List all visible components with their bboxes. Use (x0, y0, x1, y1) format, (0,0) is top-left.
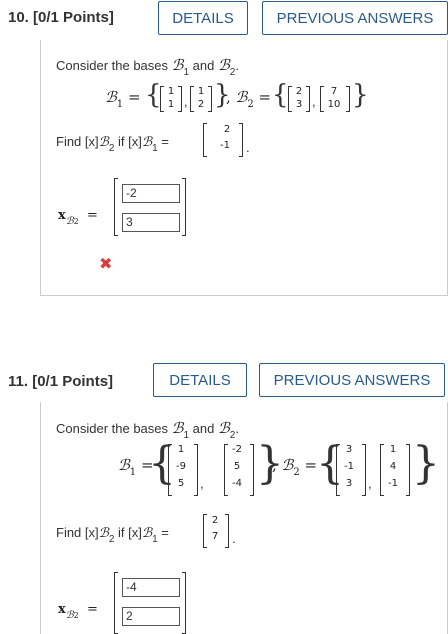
q10-intro: Consider the bases ℬ1 and ℬ2. (56, 56, 239, 78)
q11-find-text: Find [x]ℬ2 if [x]ℬ1 = (56, 525, 169, 545)
q11-title: 11. [0/1 Points] (8, 373, 114, 390)
q10-answer-input-1[interactable]: -2 (122, 184, 180, 203)
q10-b2-label: , ℬ2 = (226, 88, 272, 110)
q11-details-button[interactable]: DETAILS (153, 363, 247, 397)
q10-find-text: Find [x]ℬ2 if [x]ℬ1 = (56, 134, 169, 154)
q11-b2-label: , ℬ2 = (272, 456, 318, 478)
q10-title: 10. [0/1 Points] (8, 9, 114, 26)
q10-answer-input-2[interactable]: 3 (122, 213, 180, 232)
q10-given-vector (203, 123, 207, 157)
q11-previous-answers-button[interactable]: PREVIOUS ANSWERS (259, 363, 445, 397)
q11-x-label: xℬ2 = (58, 602, 98, 621)
q10-x-label: xℬ2 = (58, 208, 98, 227)
q10-header: 10. [0/1 Points] DETAILS PREVIOUS ANSWER… (0, 0, 448, 40)
q11-answer-input-1[interactable]: -4 (122, 578, 180, 597)
q10-b1-label: ℬ1 = (105, 88, 141, 110)
q10-details-button[interactable]: DETAILS (158, 1, 248, 35)
q11-answer-input-2[interactable]: 2 (122, 607, 180, 626)
incorrect-x-icon: ✖ (99, 256, 113, 273)
q11-intro: Consider the bases ℬ1 and ℬ2. (56, 419, 239, 441)
q11-header: 11. [0/1 Points] DETAILS PREVIOUS ANSWER… (0, 362, 448, 402)
q10-previous-answers-button[interactable]: PREVIOUS ANSWERS (262, 1, 448, 35)
